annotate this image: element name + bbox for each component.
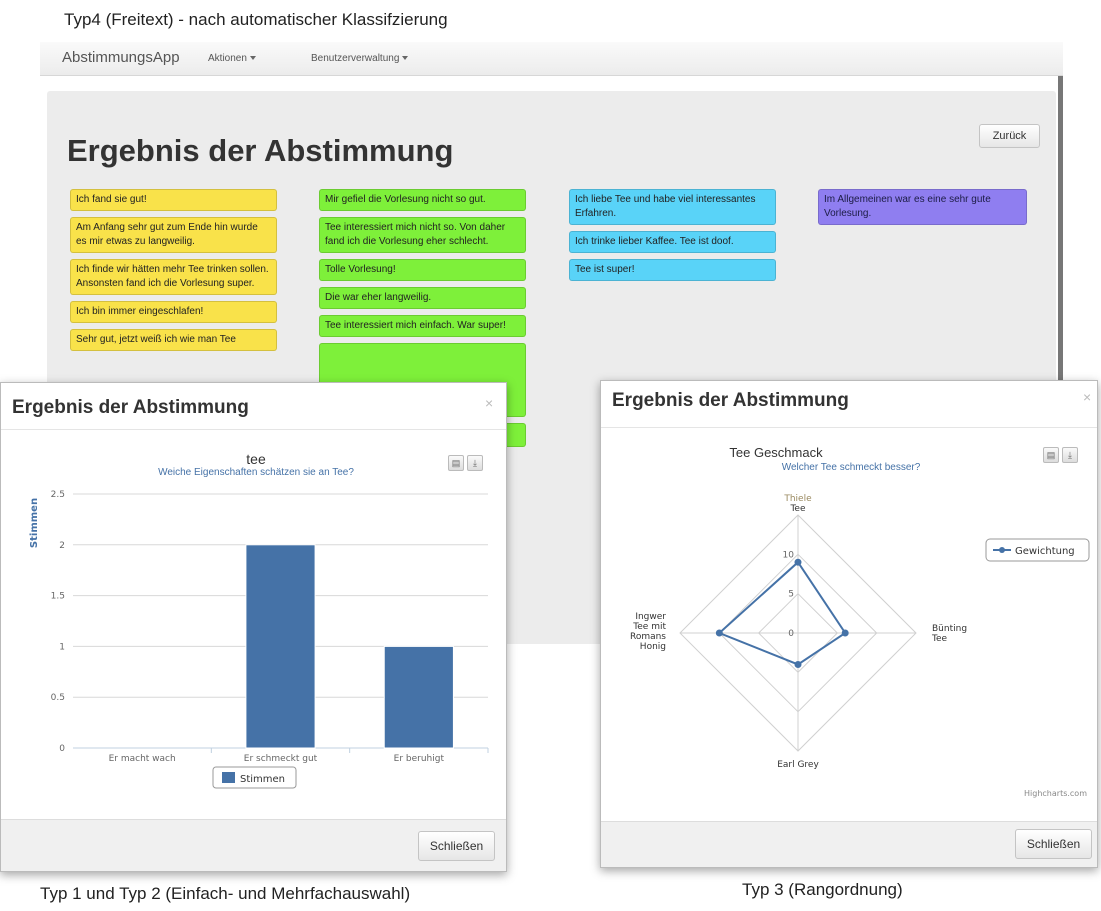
close-button[interactable]: Schließen <box>1015 829 1092 859</box>
modal-footer: Schließen <box>1 819 506 871</box>
cluster-purple: Im Allgemeinen war es eine sehr gute Vor… <box>818 189 1027 225</box>
y-tick-label: 1.5 <box>51 592 65 602</box>
radar-category-label: Thiele Tee <box>783 494 812 514</box>
radar-point[interactable] <box>794 660 802 668</box>
radar-category-label: Ingwer Tee mit Romans Honig <box>630 612 666 652</box>
chevron-down-icon <box>249 56 256 61</box>
answer-card: Ich bin immer eingeschlafen! <box>70 301 277 323</box>
y-axis-label: Stimmen <box>29 498 40 548</box>
navbar: AbstimmungsApp Aktionen Benutzerverwaltu… <box>40 42 1063 76</box>
bar[interactable] <box>245 544 316 749</box>
x-tick-label: Er beruhigt <box>394 754 445 764</box>
y-tick-label: 0 <box>59 744 65 754</box>
radial-tick-label: 5 <box>788 590 794 600</box>
close-button[interactable]: Schließen <box>418 831 495 861</box>
menu-aktionen[interactable]: Aktionen <box>208 53 256 64</box>
caption-left: Typ 1 und Typ 2 (Einfach- und Mehrfachau… <box>40 884 411 903</box>
radar-series-line[interactable] <box>717 560 847 666</box>
x-tick-label: Er schmeckt gut <box>244 754 318 764</box>
radar-point[interactable] <box>794 558 802 566</box>
radar-point[interactable] <box>715 629 723 637</box>
answer-card: Im Allgemeinen war es eine sehr gute Vor… <box>818 189 1027 225</box>
radial-tick-label: 0 <box>788 629 794 639</box>
page-title: Ergebnis der Abstimmung <box>67 133 454 168</box>
radar-point[interactable] <box>841 629 849 637</box>
radar-category-label: Bünting Tee <box>931 624 967 644</box>
answer-card: Ich liebe Tee und habe viel interessante… <box>569 189 776 225</box>
legend-marker <box>999 547 1005 553</box>
answer-card: Tee interessiert mich einfach. War super… <box>319 315 526 337</box>
caption-top: Typ4 (Freitext) - nach automatischer Kla… <box>64 10 448 29</box>
bar-chart: Stimmen 0 0.5 1 1.5 2 2.5 Er macht wach Er schm… <box>29 490 489 789</box>
radial-tick-label: 10 <box>783 550 795 560</box>
modal-title: Ergebnis der Abstimmung <box>12 397 249 418</box>
brand-link[interactable]: AbstimmungsApp <box>62 49 180 66</box>
chart-legend[interactable]: Gewichtung <box>985 538 1090 562</box>
caption-right: Typ 3 (Rangordnung) <box>742 880 903 899</box>
answer-card: Ich trinke lieber Kaffee. Tee ist doof. <box>569 231 776 253</box>
modal-footer: Schließen <box>601 821 1097 867</box>
cluster-cyan: Ich liebe Tee und habe viel interessante… <box>569 189 776 281</box>
close-icon[interactable]: × <box>485 395 493 411</box>
menu-benutzerverwaltung-label: Benutzerverwaltung <box>311 53 400 64</box>
back-button[interactable]: Zurück <box>979 124 1040 148</box>
highcharts-credit[interactable]: Highcharts.com <box>1024 789 1087 798</box>
bar-chart-modal: Ergebnis der Abstimmung × tee Weiche Eig… <box>0 382 507 872</box>
radar-chart: 0 5 10 Thiele Tee Bünting Tee Earl Grey Ingwer Te… <box>630 494 1090 798</box>
y-tick-label: 2.5 <box>51 490 65 500</box>
answer-card: Mir gefiel die Vorlesung nicht so gut. <box>319 189 526 211</box>
menu-benutzerverwaltung[interactable]: Benutzerverwaltung <box>311 53 409 64</box>
answer-card: Tolle Vorlesung! <box>319 259 526 281</box>
answer-card: Die war eher langweilig. <box>319 287 526 309</box>
answer-card: Ich fand sie gut! <box>70 189 277 211</box>
radar-chart-modal: Ergebnis der Abstimmung × Tee Geschmack … <box>600 380 1098 868</box>
y-tick-label: 2 <box>59 541 65 551</box>
answer-card: Sehr gut, jetzt weiß ich wie man Tee <box>70 329 277 351</box>
y-tick-label: 1 <box>59 642 65 652</box>
cluster-yellow: Ich fand sie gut! Am Anfang sehr gut zum… <box>70 189 277 351</box>
legend-swatch <box>222 772 235 783</box>
legend-label: Gewichtung <box>1015 546 1075 557</box>
legend-label: Stimmen <box>240 774 285 785</box>
bar[interactable] <box>383 645 454 749</box>
answer-card: Am Anfang sehr gut zum Ende hin wurde es… <box>70 217 277 253</box>
menu-aktionen-label: Aktionen <box>208 53 247 64</box>
answer-card: Ich finde wir hätten mehr Tee trinken so… <box>70 259 277 295</box>
y-tick-label: 0.5 <box>51 693 65 703</box>
chevron-down-icon <box>402 56 409 61</box>
answer-card: Tee ist super! <box>569 259 776 281</box>
answer-card: Tee interessiert mich nicht so. Von dahe… <box>319 217 526 253</box>
chart-legend[interactable]: Stimmen <box>212 766 297 789</box>
modal-divider <box>1 429 506 430</box>
x-tick-label: Er macht wach <box>109 754 176 764</box>
radar-category-label: Earl Grey <box>777 760 819 770</box>
